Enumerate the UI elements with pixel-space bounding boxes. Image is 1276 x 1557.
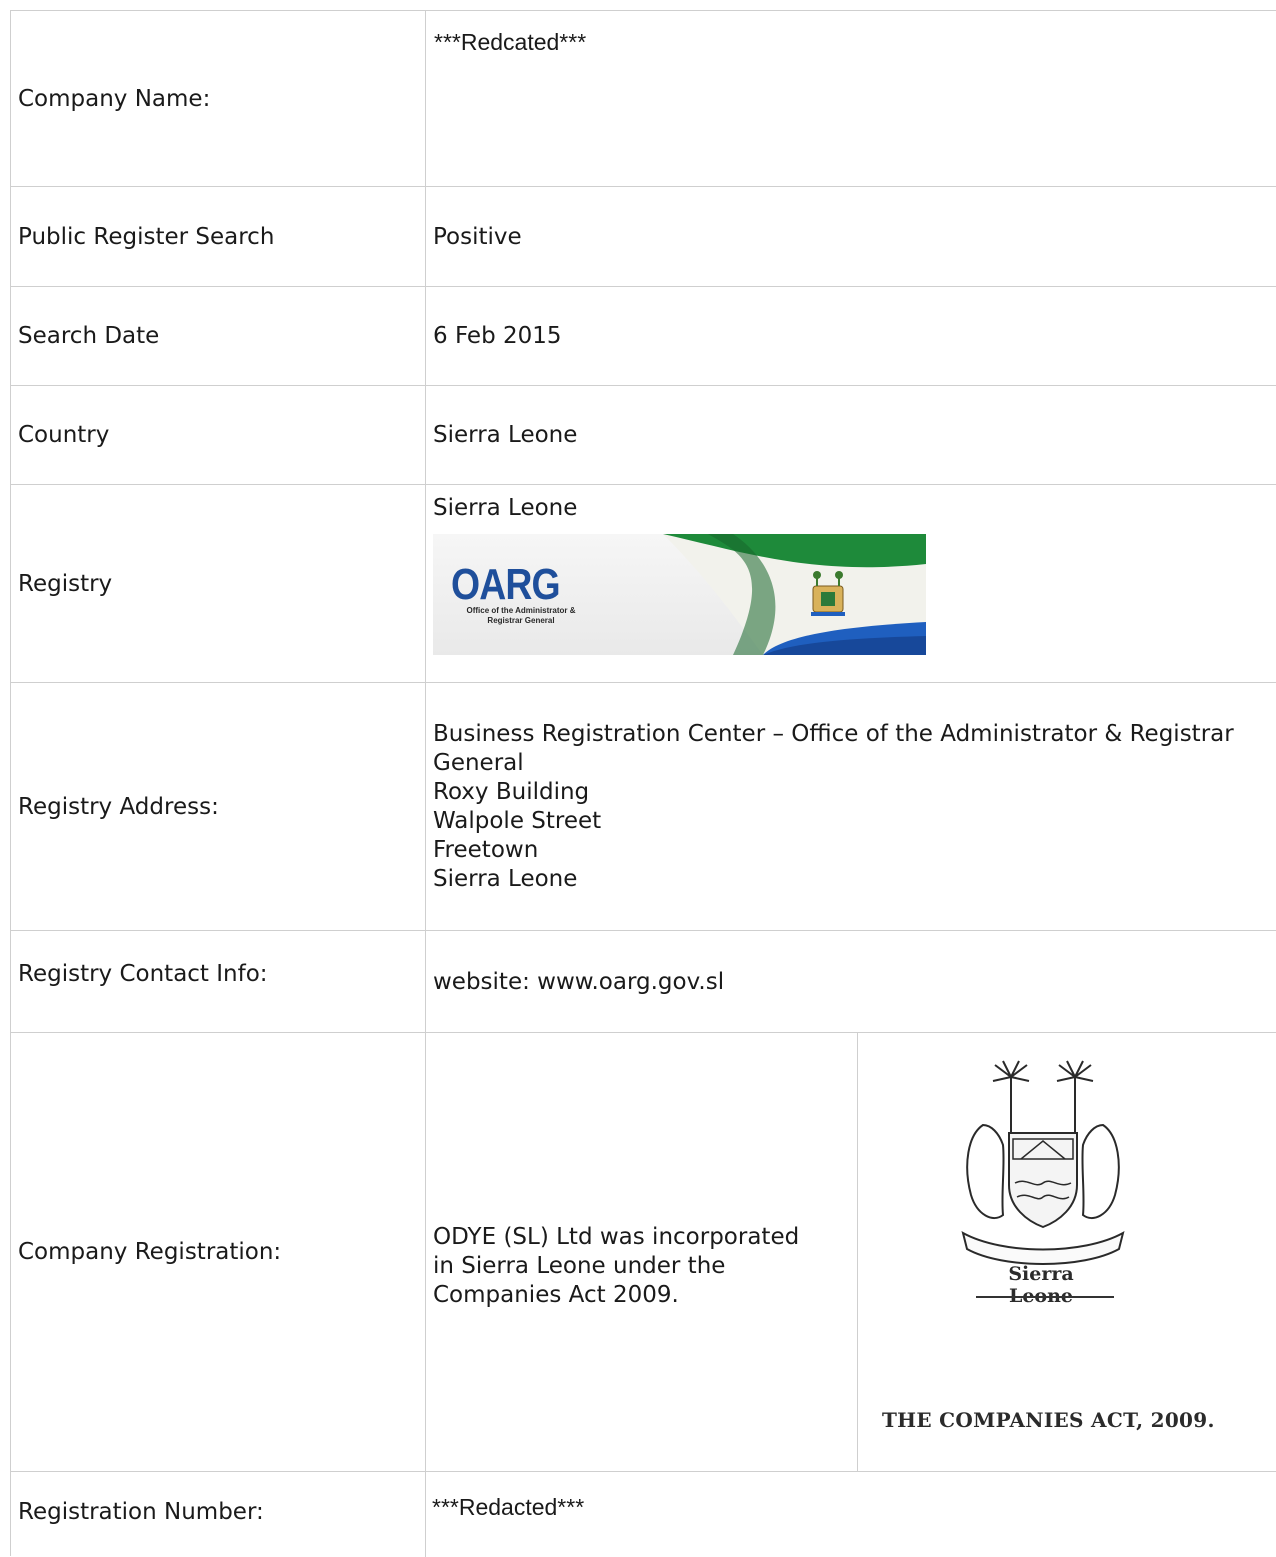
address-line: General — [433, 750, 524, 776]
label-registration-number: Registration Number: — [11, 1472, 426, 1557]
registry-info-table: Company Name: ***Redcated*** Public Regi… — [10, 10, 1276, 1557]
address-line: Sierra Leone — [433, 866, 578, 892]
row-search-date: Search Date 6 Feb 2015 — [11, 287, 1276, 386]
oarg-logo-subtext: Office of the Administrator & Registrar … — [466, 606, 576, 625]
row-company-name: Company Name: ***Redcated*** — [11, 11, 1276, 187]
row-registration-number: Registration Number: ***Redacted*** — [11, 1472, 1276, 1557]
row-registry-address: Registry Address: Business Registration … — [11, 683, 1276, 931]
oarg-logo-banner: OARG Office of the Administrator & Regis… — [433, 534, 926, 655]
address-line: Roxy Building — [433, 779, 590, 805]
value-registry-contact: website: www.oarg.gov.sl — [426, 931, 1276, 1032]
label-registry-address: Registry Address: — [11, 683, 426, 930]
value-registration-number: ***Redacted*** — [426, 1472, 1276, 1557]
label-company-registration: Company Registration: — [11, 1033, 426, 1471]
value-public-register-search: Positive — [433, 223, 522, 250]
value-company-registration: ODYE (SL) Ltd was incorporated in Sierra… — [426, 1033, 1276, 1471]
company-name-text: ***Redcated*** — [434, 29, 587, 55]
companies-act-cover-image: Sierra Leone THE COMPANIES ACT, 2009. — [858, 1033, 1276, 1471]
address-line: Business Registration Center – Office of… — [433, 721, 1234, 747]
label-registry: Registry — [11, 485, 426, 682]
registration-line: in Sierra Leone under the — [433, 1253, 726, 1279]
registry-name: Sierra Leone — [433, 495, 578, 521]
label-country: Country — [11, 386, 426, 484]
company-registration-text: ODYE (SL) Ltd was incorporated in Sierra… — [433, 1223, 843, 1310]
companies-act-title: THE COMPANIES ACT, 2009. — [882, 1408, 1215, 1432]
value-company-name: ***Redcated*** — [426, 11, 1276, 186]
label-company-name: Company Name: — [11, 11, 426, 186]
row-company-registration: Company Registration: ODYE (SL) Ltd was … — [11, 1033, 1276, 1472]
value-registry-address: Business Registration Center – Office of… — [426, 683, 1276, 930]
crest-caption: Sierra Leone — [1008, 1263, 1074, 1307]
crest-rule — [976, 1296, 1114, 1298]
value-country: Sierra Leone — [433, 422, 578, 448]
registration-line: ODYE (SL) Ltd was incorporated — [433, 1224, 800, 1250]
label-registry-contact: Registry Contact Info: — [11, 931, 426, 1032]
registry-website-link[interactable]: website: www.oarg.gov.sl — [433, 969, 724, 995]
address-line: Walpole Street — [433, 808, 602, 834]
registration-line: Companies Act 2009. — [433, 1282, 679, 1308]
row-registry: Registry Sierra Leone OARG Office of the… — [11, 485, 1276, 683]
oarg-logo-text: OARG — [451, 560, 561, 609]
address-line: Freetown — [433, 837, 539, 863]
coat-of-arms-icon — [961, 1060, 1125, 1265]
registration-number-text: ***Redacted*** — [432, 1494, 585, 1520]
label-search-date: Search Date — [11, 287, 426, 385]
value-search-date: 6 Feb 2015 — [433, 323, 562, 349]
row-registry-contact: Registry Contact Info: website: www.oarg… — [11, 931, 1276, 1033]
label-public-register-search: Public Register Search — [11, 187, 426, 286]
row-country: Country Sierra Leone — [11, 386, 1276, 485]
registry-address-block: Business Registration Center – Office of… — [433, 720, 1234, 894]
row-public-register-search: Public Register Search Positive — [11, 187, 1276, 287]
value-registry: Sierra Leone OARG Office of the Administ… — [426, 485, 1276, 682]
